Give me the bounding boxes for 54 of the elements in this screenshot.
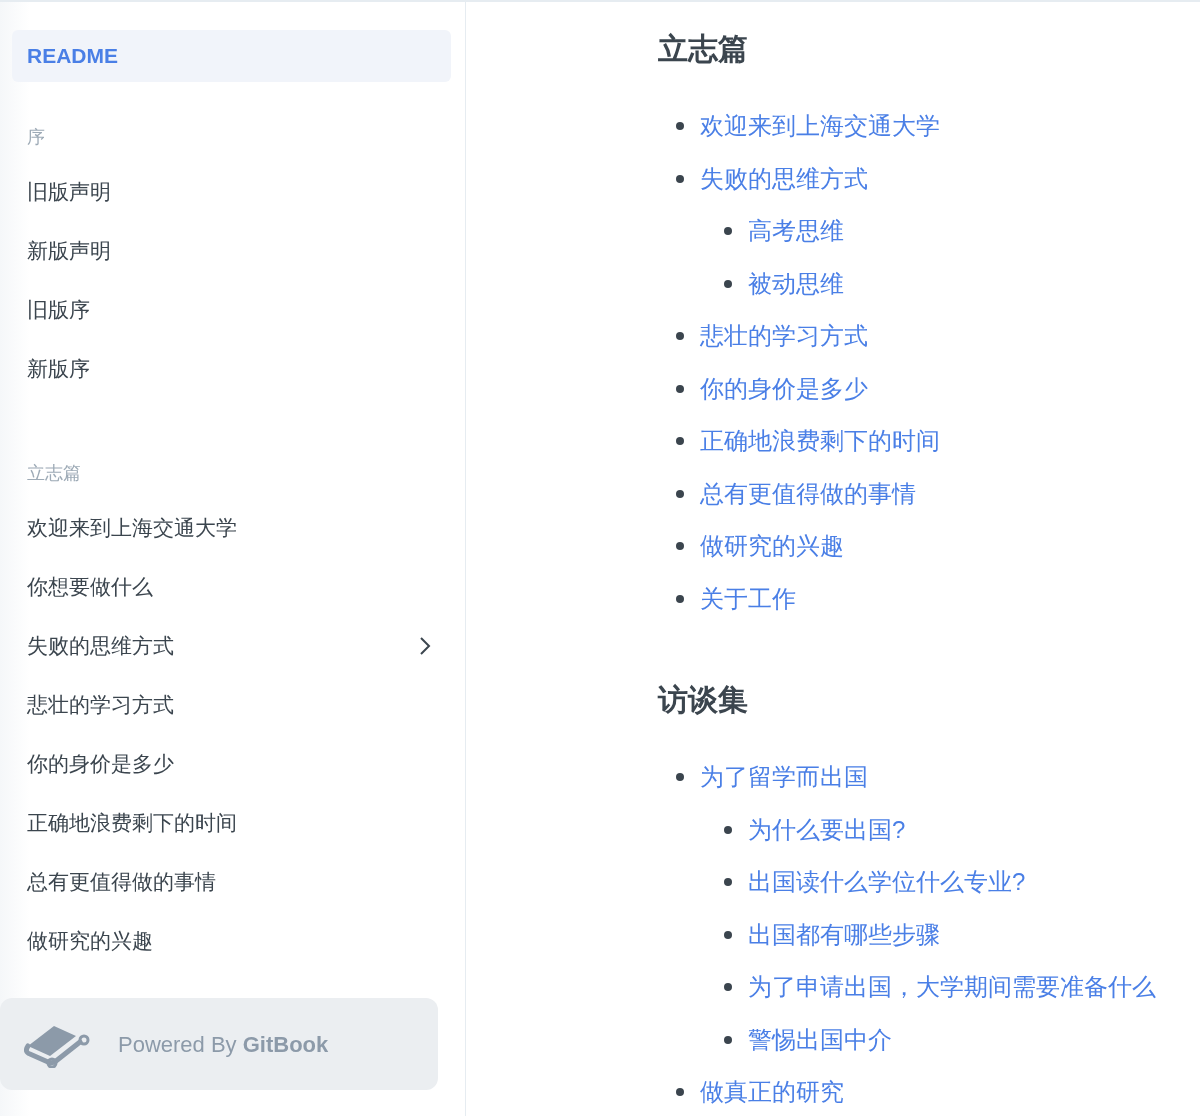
bullet-icon: [676, 384, 684, 393]
sidebar-item[interactable]: 悲壮的学习方式: [12, 675, 451, 734]
toc-link[interactable]: 出国读什么学位什么专业?: [748, 864, 1026, 901]
sidebar-item[interactable]: 新版声明: [12, 221, 451, 280]
section-title: 立志篇: [26, 461, 82, 485]
sidebar-item[interactable]: 旧版声明: [12, 162, 451, 221]
toc-link[interactable]: 失败的思维方式: [700, 160, 868, 197]
sidebar-item[interactable]: 你想要做什么: [12, 557, 451, 616]
sidebar-item[interactable]: README: [12, 30, 451, 82]
toc-link[interactable]: 被动思维: [748, 265, 844, 302]
bullet-icon: [676, 773, 684, 782]
chevron-right-icon: [419, 635, 431, 656]
toc-link[interactable]: 你的身价是多少: [700, 370, 868, 407]
toc-link[interactable]: 正确地浪费剩下的时间: [700, 423, 940, 460]
sidebar-item[interactable]: 总有更值得做的事情: [12, 852, 451, 911]
bullet-icon: [676, 542, 684, 551]
bullet-icon: [676, 437, 684, 446]
toc-link[interactable]: 做研究的兴趣: [700, 528, 844, 565]
toc-link[interactable]: 总有更值得做的事情: [700, 475, 916, 512]
sidebar-item[interactable]: 你的身价是多少: [12, 734, 451, 793]
powered-by-text: Powered By GitBook: [118, 1030, 329, 1059]
bullet-icon: [724, 983, 732, 992]
bullet-icon: [724, 825, 732, 834]
bullet-icon: [724, 227, 732, 236]
bullet-icon: [676, 174, 684, 183]
section-title: 序: [26, 125, 46, 149]
bullet-icon: [676, 1088, 684, 1097]
bullet-icon: [676, 489, 684, 498]
bullet-icon: [724, 279, 732, 288]
sidebar-item[interactable]: 正确地浪费剩下的时间: [12, 793, 451, 852]
toc-link[interactable]: 警惕出国中介: [748, 1021, 892, 1058]
toc-link[interactable]: 为了申请出国，大学期间需要准备什么: [748, 969, 1156, 1006]
toc-link[interactable]: 做真正的研究: [700, 1074, 844, 1111]
sidebar-item[interactable]: 失败的思维方式: [12, 616, 451, 675]
toc-link[interactable]: 为了留学而出国: [700, 759, 868, 796]
toc-link[interactable]: 悲壮的学习方式: [700, 318, 868, 355]
sidebar-item[interactable]: 做研究的兴趣: [12, 911, 451, 970]
bullet-icon: [724, 930, 732, 939]
toc-link[interactable]: 出国都有哪些步骤: [748, 916, 940, 953]
bullet-icon: [676, 594, 684, 603]
toc-link[interactable]: 高考思维: [748, 213, 844, 250]
powered-by-gitbook-card[interactable]: Powered By GitBook: [0, 998, 438, 1090]
bullet-icon: [724, 878, 732, 887]
section-heading: 立志篇: [658, 30, 749, 67]
bullet-icon: [724, 1035, 732, 1044]
sidebar-item[interactable]: 欢迎来到上海交通大学: [12, 498, 451, 557]
toc-link[interactable]: 欢迎来到上海交通大学: [700, 108, 940, 145]
bullet-icon: [676, 332, 684, 341]
sidebar-item[interactable]: 旧版序: [12, 280, 451, 339]
bullet-icon: [676, 122, 684, 131]
sidebar-item[interactable]: 新版序: [12, 339, 451, 398]
toc-link[interactable]: 为什么要出国?: [748, 811, 906, 848]
toc-link[interactable]: 关于工作: [700, 580, 796, 617]
section-heading: 访谈集: [658, 681, 749, 718]
